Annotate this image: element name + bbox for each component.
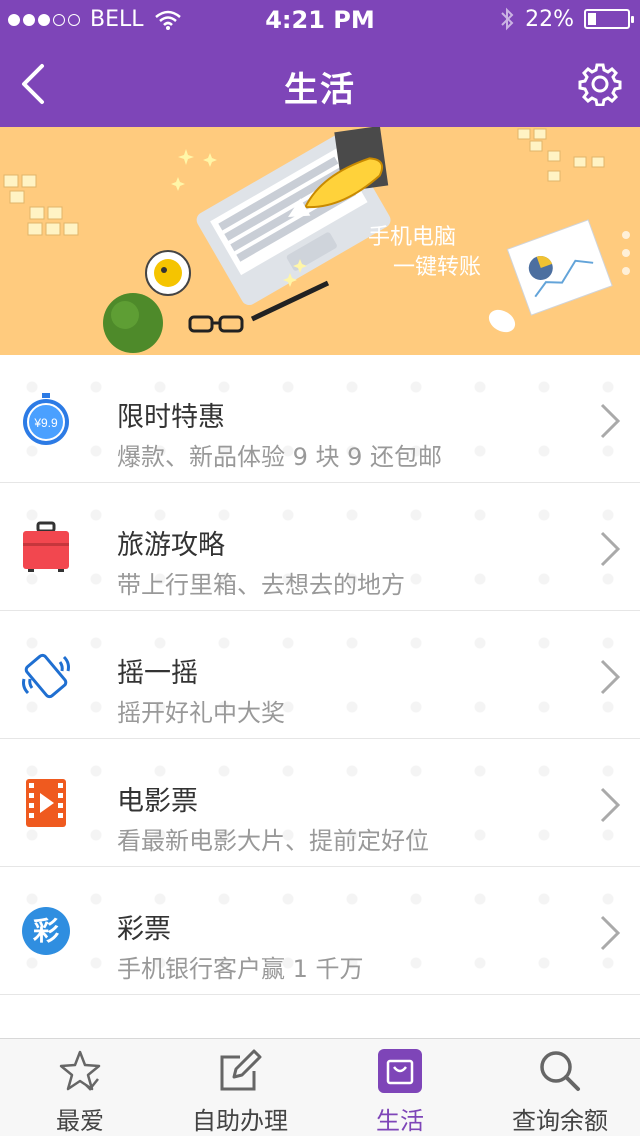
list-item-subtitle: 看最新电影大片、提前定好位 xyxy=(117,827,429,855)
top-bar: BELL 4:21 PM 22% 生活 xyxy=(0,0,640,127)
list-item-title: 彩票 xyxy=(117,914,171,945)
bag-icon xyxy=(378,1049,422,1093)
banner-title-line-1: 手机电脑 xyxy=(368,225,457,250)
list-item-title: 限时特惠 xyxy=(117,402,225,433)
list-item-movie-ticket[interactable]: 电影票 看最新电影大片、提前定好位 xyxy=(0,739,640,867)
chevron-right-icon xyxy=(600,787,621,823)
lottery-icon: 彩 xyxy=(22,907,70,955)
battery-icon xyxy=(584,9,634,29)
gear-icon[interactable] xyxy=(578,62,622,106)
list-item-subtitle: 带上行里箱、去想去的地方 xyxy=(117,571,405,599)
service-list: ¥9.9 限时特惠 爆款、新品体验 9 块 9 还包邮 旅游攻略 带上行里箱、去… xyxy=(0,355,640,995)
list-item-lottery[interactable]: 彩 彩票 手机银行客户赢 1 千万 xyxy=(0,867,640,995)
page-title: 生活 xyxy=(284,70,356,110)
search-icon xyxy=(540,1051,580,1091)
film-icon xyxy=(26,779,66,827)
tab-bar: 最爱 自助办理 生活 查询余额 xyxy=(0,1038,640,1136)
tab-life[interactable]: 生活 xyxy=(320,1039,480,1136)
tab-self-service[interactable]: 自助办理 xyxy=(160,1039,320,1136)
tab-label: 生活 xyxy=(376,1107,424,1135)
chevron-right-icon xyxy=(600,403,621,439)
nav-bar: 生活 xyxy=(0,40,640,127)
tab-favorites[interactable]: 最爱 xyxy=(0,1039,160,1136)
list-item-title: 摇一摇 xyxy=(117,658,198,689)
status-right: 22% xyxy=(499,6,634,32)
chevron-right-icon xyxy=(600,531,621,567)
lottery-icon-text: 彩 xyxy=(32,917,59,947)
list-item-subtitle: 摇开好礼中大奖 xyxy=(117,699,285,727)
list-item-title: 旅游攻略 xyxy=(117,530,225,561)
list-item-title: 电影票 xyxy=(117,786,198,817)
stopwatch-price-icon: ¥9.9 xyxy=(23,393,69,445)
banner-illustration xyxy=(3,127,613,353)
star-icon xyxy=(59,1050,101,1091)
list-item-subtitle: 爆款、新品体验 9 块 9 还包邮 xyxy=(117,443,443,471)
tab-label: 自助办理 xyxy=(192,1107,288,1135)
shake-phone-icon xyxy=(22,653,70,699)
banner-pager[interactable] xyxy=(622,231,630,275)
list-item-limited-offer[interactable]: ¥9.9 限时特惠 爆款、新品体验 9 块 9 还包邮 xyxy=(0,355,640,483)
edit-icon xyxy=(220,1049,262,1091)
list-item-travel-guide[interactable]: 旅游攻略 带上行里箱、去想去的地方 xyxy=(0,483,640,611)
stopwatch-price-text: ¥9.9 xyxy=(33,416,58,430)
status-bar: BELL 4:21 PM 22% xyxy=(0,0,640,40)
list-item-shake[interactable]: 摇一摇 摇开好礼中大奖 xyxy=(0,611,640,739)
bluetooth-icon xyxy=(501,7,514,31)
chevron-right-icon xyxy=(600,915,621,951)
suitcase-icon xyxy=(23,521,69,572)
promo-banner[interactable]: 手机电脑 一键转账 xyxy=(0,127,640,355)
battery-percent: 22% xyxy=(525,6,574,32)
banner-title-line-2: 一键转账 xyxy=(393,255,482,280)
chevron-right-icon xyxy=(600,659,621,695)
tab-balance-query[interactable]: 查询余额 xyxy=(480,1039,640,1136)
battery-level xyxy=(588,13,596,25)
tab-label: 最爱 xyxy=(56,1107,104,1135)
list-item-subtitle: 手机银行客户赢 1 千万 xyxy=(117,955,364,983)
tab-label: 查询余额 xyxy=(512,1107,608,1135)
